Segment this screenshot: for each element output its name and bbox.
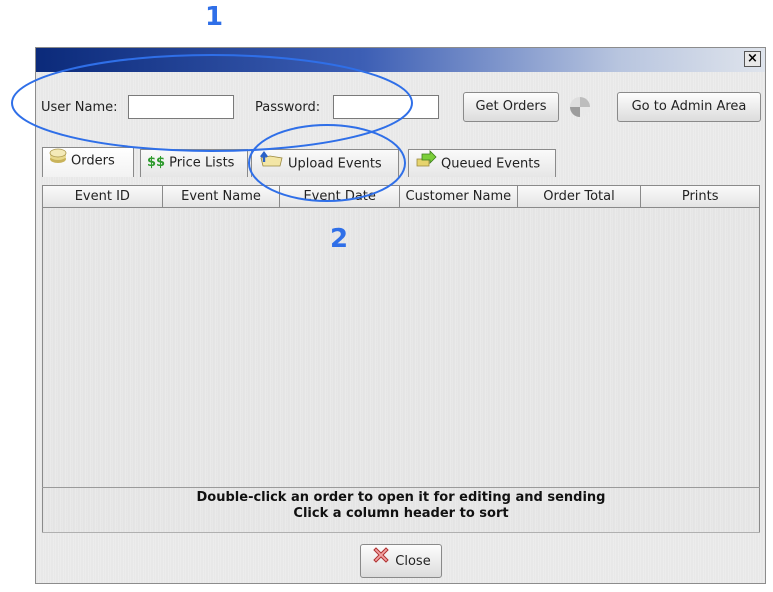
admin-area-button[interactable]: Go to Admin Area <box>617 92 761 122</box>
hint-line-1: Double-click an order to open it for edi… <box>196 490 606 505</box>
annotation-number-2: 2 <box>330 224 349 254</box>
hint-divider <box>42 487 760 488</box>
tab-orders-label: Orders <box>71 153 115 169</box>
tab-queued-events[interactable]: Queued Events <box>408 149 556 177</box>
orders-table[interactable]: Event ID Event Name Event Date Customer … <box>42 185 760 533</box>
window-close-icon[interactable]: × <box>744 51 761 67</box>
username-label: User Name: <box>41 100 118 115</box>
tab-upload-events-label: Upload Events <box>288 156 382 172</box>
annotation-number-1: 1 <box>205 2 224 32</box>
column-header-customer-name[interactable]: Customer Name <box>400 186 518 208</box>
column-header-prints[interactable]: Prints <box>641 186 760 208</box>
tab-price-lists[interactable]: $$ Price Lists <box>140 149 248 177</box>
footer-divider <box>42 532 760 533</box>
password-input[interactable] <box>333 95 439 119</box>
close-icon <box>371 545 391 578</box>
tab-queued-events-label: Queued Events <box>441 156 541 172</box>
queued-arrow-icon <box>415 150 437 178</box>
upload-folder-icon <box>258 150 284 178</box>
dollar-icon: $$ <box>147 155 166 170</box>
table-header: Event ID Event Name Event Date Customer … <box>43 186 760 208</box>
tab-upload-events[interactable]: Upload Events <box>251 149 399 177</box>
column-header-event-name[interactable]: Event Name <box>162 186 281 208</box>
loading-spinner-icon <box>570 97 590 117</box>
get-orders-button[interactable]: Get Orders <box>463 92 559 122</box>
close-button-label: Close <box>395 554 431 569</box>
column-header-event-id[interactable]: Event ID <box>43 186 163 208</box>
close-button[interactable]: Close <box>360 544 442 578</box>
orders-window: × User Name: Password: Get Orders Go to … <box>35 47 766 584</box>
orders-stack-icon <box>49 148 67 174</box>
hint-line-2: Click a column header to sort <box>293 506 509 521</box>
column-header-event-date[interactable]: Event Date <box>280 186 401 208</box>
tab-price-lists-label: Price Lists <box>169 155 235 171</box>
column-header-order-total[interactable]: Order Total <box>517 186 642 208</box>
tab-orders[interactable]: Orders <box>42 147 134 177</box>
title-bar: × <box>36 48 765 72</box>
password-label: Password: <box>255 100 321 115</box>
username-input[interactable] <box>128 95 234 119</box>
table-hint: Double-click an order to open it for edi… <box>42 490 760 522</box>
